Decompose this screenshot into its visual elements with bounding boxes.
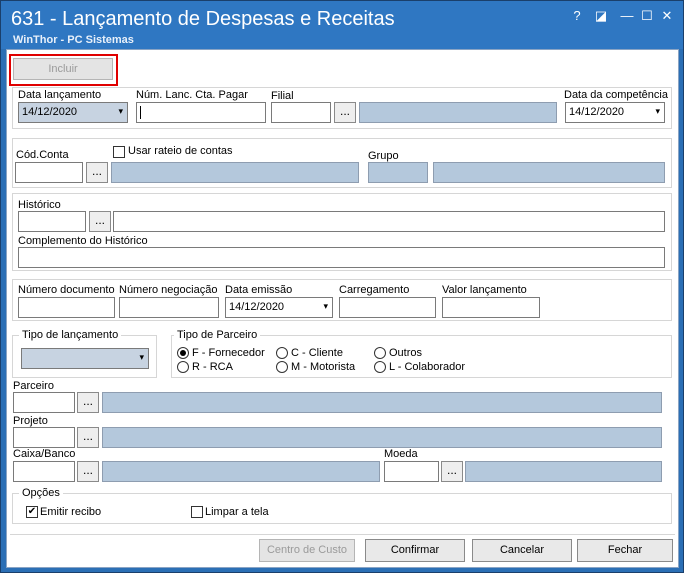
radio-cliente-label: C - Cliente <box>291 347 343 359</box>
radio-fornecedor[interactable] <box>177 347 189 359</box>
chevron-down-icon: ▾ <box>655 106 660 116</box>
data-competencia-label: Data da competência <box>564 89 668 101</box>
moeda-description-field <box>465 461 662 482</box>
limpar-tela-label: Limpar a tela <box>205 506 269 518</box>
cod-conta-label: Cód.Conta <box>16 149 69 161</box>
data-lancamento-label: Data lançamento <box>18 89 102 101</box>
maximize-icon[interactable]: ☐ <box>637 8 657 24</box>
carregamento-input[interactable] <box>339 297 436 318</box>
data-lancamento-value: 14/12/2020 <box>22 106 78 118</box>
filial-input[interactable] <box>271 102 331 123</box>
valor-lancamento-label: Valor lançamento <box>442 284 527 296</box>
caixa-banco-search-button[interactable]: ... <box>77 461 99 482</box>
radio-colaborador[interactable] <box>374 361 386 373</box>
num-lanc-label: Núm. Lanc. Cta. Pagar <box>136 89 248 101</box>
filial-description-field <box>359 102 557 123</box>
valor-lancamento-input[interactable] <box>442 297 540 318</box>
data-emissao-label: Data emissão <box>225 284 293 296</box>
carregamento-label: Carregamento <box>339 284 410 296</box>
caixa-banco-label: Caixa/Banco <box>13 448 76 460</box>
grupo-label: Grupo <box>368 150 399 162</box>
data-competencia-value: 14/12/2020 <box>569 106 625 118</box>
grupo-code-field <box>368 162 428 183</box>
tipo-parceiro-label: Tipo de Parceiro <box>174 329 261 341</box>
cod-conta-input[interactable] <box>15 162 83 183</box>
filial-search-button[interactable]: ... <box>334 102 356 123</box>
numero-negociacao-label: Número negociação <box>119 284 218 296</box>
numero-negociacao-input[interactable] <box>119 297 219 318</box>
form-client-area: Incluir Data lançamento 14/12/2020 ▾ Núm… <box>6 49 679 568</box>
radio-motorista-label: M - Motorista <box>291 361 356 373</box>
radio-rca[interactable] <box>177 361 189 373</box>
radio-cliente[interactable] <box>276 347 288 359</box>
centro-custo-button[interactable]: Centro de Custo <box>259 539 355 562</box>
projeto-code-input[interactable] <box>13 427 75 448</box>
parceiro-description-field <box>102 392 662 413</box>
chevron-down-icon: ▾ <box>323 301 328 311</box>
num-lanc-input[interactable] <box>136 102 266 123</box>
historico-code-input[interactable] <box>18 211 86 232</box>
confirmar-button[interactable]: Confirmar <box>365 539 465 562</box>
window-title: 631 - Lançamento de Despesas e Receitas <box>11 8 395 30</box>
tipo-lancamento-select[interactable]: ▾ <box>21 348 149 369</box>
usar-rateio-label: Usar rateio de contas <box>128 145 233 157</box>
cancelar-button[interactable]: Cancelar <box>472 539 572 562</box>
chevron-down-icon: ▾ <box>118 106 123 116</box>
cod-conta-search-button[interactable]: ... <box>86 162 108 183</box>
numero-documento-input[interactable] <box>18 297 115 318</box>
historico-description-input[interactable] <box>113 211 665 232</box>
projeto-label: Projeto <box>13 415 48 427</box>
limpar-tela-checkbox[interactable] <box>191 506 203 518</box>
minimize-icon[interactable]: — <box>617 8 637 23</box>
projeto-description-field <box>102 427 662 448</box>
conta-description-field <box>111 162 359 183</box>
caixa-banco-code-input[interactable] <box>13 461 75 482</box>
help-icon[interactable]: ? <box>567 8 587 23</box>
emitir-recibo-checkbox[interactable]: ✔ <box>26 506 38 518</box>
radio-fornecedor-label: F - Fornecedor <box>192 347 265 359</box>
tipo-lancamento-label: Tipo de lançamento <box>19 329 122 341</box>
window-subtitle: WinThor - PC Sistemas <box>13 34 134 46</box>
complemento-label: Complemento do Histórico <box>18 235 148 247</box>
complemento-input[interactable] <box>18 247 665 268</box>
restore-icon[interactable]: ◪ <box>591 8 611 24</box>
data-emissao-value: 14/12/2020 <box>229 301 285 313</box>
projeto-search-button[interactable]: ... <box>77 427 99 448</box>
radio-rca-label: R - RCA <box>192 361 233 373</box>
numero-documento-label: Número documento <box>18 284 115 296</box>
radio-outros-label: Outros <box>389 347 423 359</box>
incluir-button[interactable]: Incluir <box>13 58 113 80</box>
parceiro-code-input[interactable] <box>13 392 75 413</box>
application-window: 631 - Lançamento de Despesas e Receitas … <box>0 0 684 573</box>
text-caret <box>140 106 141 119</box>
data-lancamento-picker[interactable]: 14/12/2020 ▾ <box>18 102 128 123</box>
radio-colaborador-label: L - Colaborador <box>389 361 466 373</box>
close-icon[interactable]: ✕ <box>657 8 677 24</box>
title-bar[interactable]: 631 - Lançamento de Despesas e Receitas … <box>1 1 683 49</box>
opcoes-label: Opções <box>19 487 63 499</box>
moeda-search-button[interactable]: ... <box>441 461 463 482</box>
moeda-label: Moeda <box>384 448 418 460</box>
caixa-banco-description-field <box>102 461 380 482</box>
parceiro-label: Parceiro <box>13 380 54 392</box>
chevron-down-icon: ▾ <box>139 352 144 362</box>
radio-outros[interactable] <box>374 347 386 359</box>
parceiro-search-button[interactable]: ... <box>77 392 99 413</box>
data-competencia-picker[interactable]: 14/12/2020 ▾ <box>565 102 665 123</box>
data-emissao-picker[interactable]: 14/12/2020 ▾ <box>225 297 333 318</box>
grupo-description-field <box>433 162 665 183</box>
radio-motorista[interactable] <box>276 361 288 373</box>
historico-label: Histórico <box>18 199 61 211</box>
opcoes-group <box>12 493 672 524</box>
emitir-recibo-label: Emitir recibo <box>40 506 102 518</box>
historico-search-button[interactable]: ... <box>89 211 111 232</box>
usar-rateio-checkbox[interactable] <box>113 146 125 158</box>
fechar-button[interactable]: Fechar <box>577 539 673 562</box>
filial-label: Filial <box>271 90 294 102</box>
moeda-code-input[interactable] <box>384 461 439 482</box>
